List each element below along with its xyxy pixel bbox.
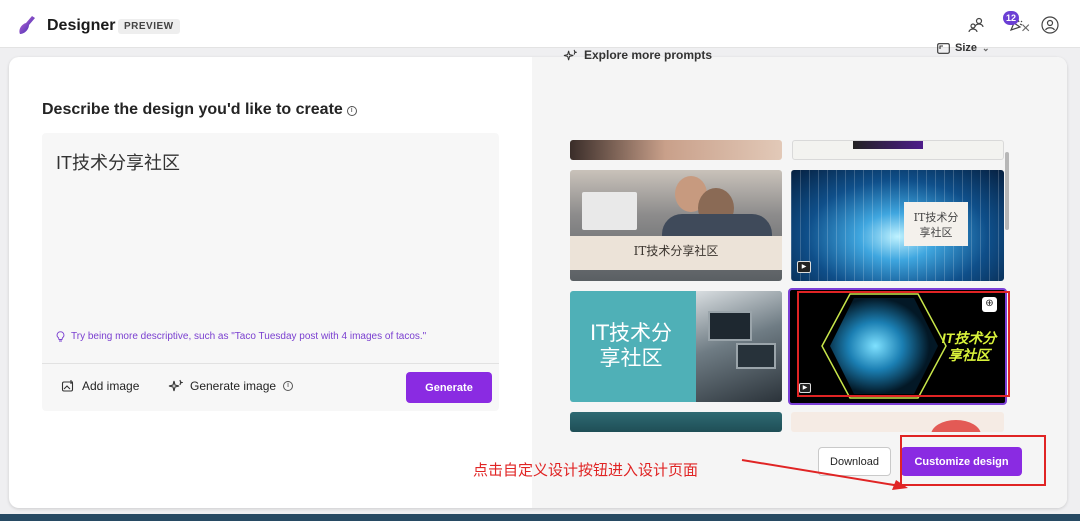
prompt-input-area[interactable]: IT技术分享社区 Try being more descriptive, suc… (42, 133, 499, 411)
prompt-input[interactable]: IT技术分享社区 (56, 149, 180, 175)
close-icon[interactable]: × (1021, 20, 1030, 38)
thumbnail-title: IT技术分 享社区 (589, 321, 673, 370)
prompt-heading: Describe the design you'd like to create… (42, 101, 357, 119)
design-thumbnail-partial[interactable] (791, 412, 1004, 432)
info-icon[interactable]: i (346, 106, 357, 116)
add-image-icon (61, 380, 74, 392)
preview-badge: PREVIEW (118, 19, 180, 34)
thumbnail-monitor (582, 192, 637, 230)
prompt-tip: Try being more descriptive, such as "Tac… (56, 331, 426, 342)
add-image-button[interactable]: Add image (61, 379, 139, 393)
size-label: Size (955, 42, 978, 54)
thumbnail-monitor (708, 311, 752, 341)
annotation-text: 点击自定义设计按钮进入设计页面 (473, 462, 699, 479)
sparkle-icon (563, 49, 577, 60)
resize-icon (937, 42, 950, 54)
design-thumbnail[interactable]: IT技术分 享社区 (570, 291, 782, 402)
divider (42, 363, 499, 364)
annotation-highlight-box (900, 435, 1046, 486)
video-icon: ▶ (797, 261, 811, 273)
chevron-down-icon: ⌄ (982, 42, 990, 53)
top-bar: Designer PREVIEW 12 (0, 0, 1080, 48)
annotation-highlight-box (797, 291, 1010, 397)
thumbnail-title: IT技术分 享社区 (913, 211, 959, 239)
designer-logo-icon (19, 16, 35, 34)
generate-image-label: Generate image (190, 379, 277, 393)
thumbnail-monitor (736, 343, 776, 369)
design-thumbnail-partial[interactable] (792, 140, 1004, 160)
explore-prompts-label: Explore more prompts (584, 48, 713, 62)
add-image-label: Add image (82, 379, 140, 393)
generate-image-button[interactable]: Generate image i (168, 379, 294, 393)
lightbulb-icon (56, 331, 65, 342)
design-thumbnail-partial[interactable] (570, 140, 782, 160)
design-thumbnail[interactable]: IT技术分 享社区 ▶ (791, 170, 1004, 281)
thumbnail-photo (696, 291, 782, 402)
prompt-tip-text: Try being more descriptive, such as "Tac… (71, 331, 427, 342)
thumbnail-title: IT技术分享社区 (633, 244, 719, 258)
explore-prompts-link[interactable]: Explore more prompts (563, 48, 712, 62)
design-thumbnail-partial[interactable] (570, 412, 782, 432)
thumbnail-graphic (853, 141, 923, 149)
thumbnail-graphic (931, 420, 981, 432)
share-people-icon[interactable] (965, 14, 987, 36)
thumbnail-streaks (791, 170, 1004, 281)
prompt-heading-label: Describe the design you'd like to create (42, 101, 343, 118)
annotation-arrow-icon (741, 459, 908, 490)
sparkle-icon (168, 379, 183, 392)
account-icon[interactable] (1039, 14, 1061, 36)
scrollbar-thumb[interactable] (1005, 152, 1009, 230)
notification-badge: 12 (1003, 11, 1019, 25)
taskbar-strip (0, 514, 1080, 521)
generate-image-info-icon[interactable]: i (283, 381, 294, 391)
app-title: Designer (47, 17, 116, 34)
generate-button[interactable]: Generate (406, 372, 492, 403)
design-thumbnail[interactable]: IT技术分享社区 (570, 170, 782, 281)
size-dropdown[interactable]: Size ⌄ (937, 42, 990, 54)
